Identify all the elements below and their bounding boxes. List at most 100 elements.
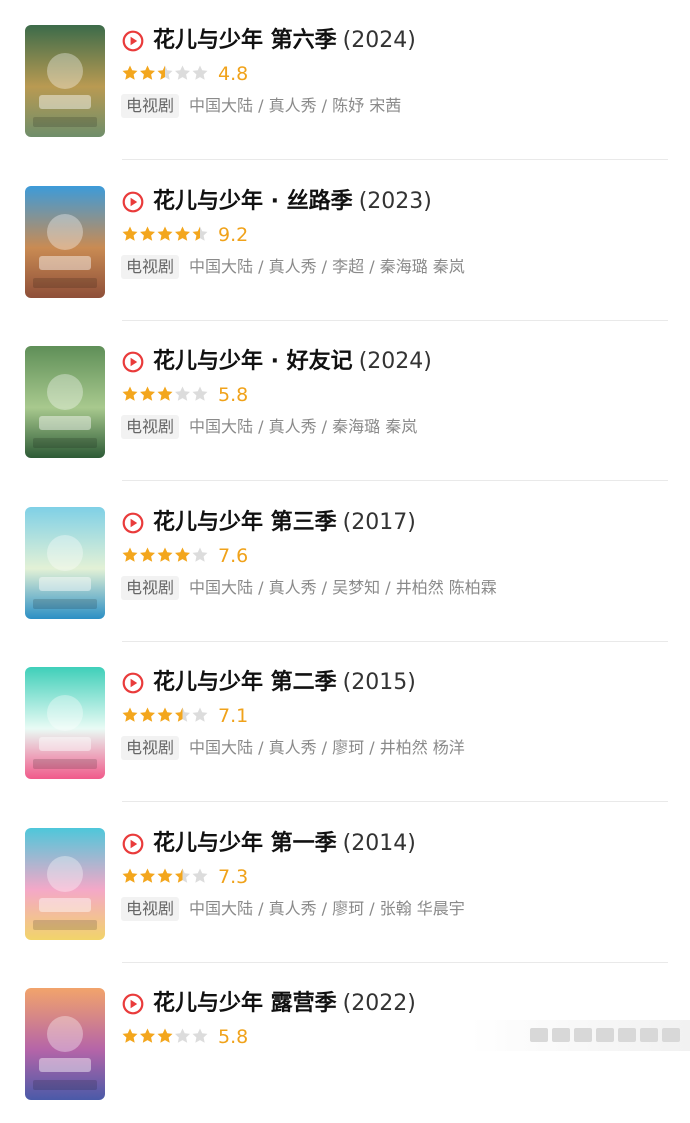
star-icon [122, 868, 138, 883]
show-year: (2024) [342, 28, 416, 53]
play-circle-icon[interactable] [122, 351, 144, 373]
type-badge: 电视剧 [121, 896, 180, 921]
meta-text: 中国大陆 / 真人秀 / 秦海璐 秦岚 [189, 417, 418, 436]
star-icon [175, 226, 190, 241]
rating-score: 7.6 [218, 544, 249, 567]
star-icon [122, 707, 138, 722]
star-icon [192, 868, 208, 883]
star-icon [140, 65, 155, 80]
list-item[interactable]: 花儿与少年 第二季 (2015) 7.1 电视剧 中国大陆 / 真人秀 / 廖珂 / 井… [0, 642, 690, 802]
star-icon [140, 226, 155, 241]
show-year: (2017) [342, 509, 416, 535]
star-icon [157, 65, 173, 80]
play-circle-icon[interactable] [122, 833, 144, 855]
play-circle-icon[interactable] [122, 993, 144, 1015]
poster-image[interactable] [25, 506, 105, 619]
show-title[interactable]: 花儿与少年 露营季 (2022) [153, 989, 416, 1019]
star-icon [140, 1028, 155, 1043]
star-icon [140, 547, 155, 562]
rating-score: 7.3 [218, 865, 249, 888]
list-item[interactable]: 花儿与少年 第一季 (2014) 7.3 电视剧 中国大陆 / 真人秀 / 廖珂 / 张… [0, 803, 690, 963]
show-title-text: 花儿与少年 第三季 [153, 509, 337, 535]
poster-image[interactable] [25, 25, 105, 137]
show-title[interactable]: 花儿与少年 第二季 (2015) [153, 668, 416, 698]
show-meta: 电视剧 中国大陆 / 真人秀 / 廖珂 / 井柏然 杨洋 [121, 736, 465, 760]
star-icon [192, 1028, 208, 1043]
show-meta: 电视剧 中国大陆 / 真人秀 / 李超 / 秦海璐 秦岚 [121, 254, 465, 279]
poster-image[interactable] [25, 827, 105, 940]
meta-text: 中国大陆 / 真人秀 / 李超 / 秦海璐 秦岚 [189, 256, 465, 276]
type-badge: 电视剧 [121, 736, 180, 760]
show-year: (2015) [342, 670, 416, 695]
show-title[interactable]: 花儿与少年 第三季 (2017) [153, 508, 416, 538]
star-rating [121, 225, 209, 243]
play-circle-icon[interactable] [122, 672, 144, 694]
watermark [530, 1028, 680, 1042]
star-icon [175, 65, 190, 80]
rating-score: 4.8 [218, 63, 249, 85]
type-badge: 电视剧 [121, 94, 180, 118]
list-item[interactable]: 花儿与少年 第六季 (2024) 4.8 电视剧 中国大陆 / 真人秀 / 陈妤 宋茜 [0, 0, 690, 160]
star-icon [157, 547, 173, 562]
list-item[interactable]: 花儿与少年 · 好友记 (2024) 5.8 电视剧 中国大陆 / 真人秀 / 秦海璐 … [0, 321, 690, 481]
show-title-text: 花儿与少年 第一季 [153, 830, 337, 856]
star-rating [121, 546, 209, 564]
star-icon [175, 547, 190, 562]
star-icon [175, 386, 190, 401]
star-rating [121, 1027, 209, 1045]
star-rating [121, 64, 209, 82]
star-icon [122, 226, 138, 241]
star-icon [157, 1028, 173, 1043]
poster-image[interactable] [25, 667, 105, 779]
show-meta: 电视剧 中国大陆 / 真人秀 / 秦海璐 秦岚 [121, 415, 417, 439]
show-title[interactable]: 花儿与少年 第六季 (2024) [153, 26, 416, 56]
show-year: (2022) [342, 991, 416, 1016]
star-icon [175, 707, 190, 722]
star-rating [121, 385, 209, 403]
type-badge: 电视剧 [121, 415, 180, 439]
meta-text: 中国大陆 / 真人秀 / 廖珂 / 井柏然 杨洋 [189, 738, 465, 757]
show-meta: 电视剧 中国大陆 / 真人秀 / 廖珂 / 张翰 华晨宇 [121, 896, 465, 921]
star-icon [192, 386, 208, 401]
show-title-text: 花儿与少年 · 好友记 [153, 349, 353, 374]
show-title[interactable]: 花儿与少年 第一季 (2014) [153, 829, 416, 859]
star-icon [140, 868, 155, 883]
rating-score: 5.8 [218, 1026, 249, 1048]
show-title-text: 花儿与少年 第二季 [153, 670, 337, 695]
meta-text: 中国大陆 / 真人秀 / 吴梦知 / 井柏然 陈柏霖 [189, 577, 497, 597]
list-item[interactable]: 花儿与少年 · 丝路季 (2023) 9.2 电视剧 中国大陆 / 真人秀 / 李超 /… [0, 161, 690, 321]
star-icon [192, 707, 208, 722]
show-year: (2024) [358, 349, 432, 374]
show-title-text: 花儿与少年 第六季 [153, 28, 337, 53]
show-year: (2023) [358, 188, 432, 214]
star-icon [122, 547, 138, 562]
star-icon [122, 386, 138, 401]
list-item[interactable]: 花儿与少年 第三季 (2017) 7.6 电视剧 中国大陆 / 真人秀 / 吴梦知 / … [0, 482, 690, 642]
poster-image[interactable] [25, 185, 105, 298]
show-title-text: 花儿与少年 · 丝路季 [153, 188, 353, 214]
show-title[interactable]: 花儿与少年 · 丝路季 (2023) [153, 187, 432, 217]
star-icon [175, 868, 190, 883]
star-icon [157, 868, 173, 883]
poster-image[interactable] [25, 988, 105, 1100]
type-badge: 电视剧 [121, 575, 180, 600]
star-rating [121, 867, 209, 885]
rating-score: 7.1 [218, 705, 249, 727]
star-icon [192, 547, 208, 562]
star-icon [140, 386, 155, 401]
star-rating [121, 706, 209, 724]
star-icon [157, 707, 173, 722]
show-title[interactable]: 花儿与少年 · 好友记 (2024) [153, 347, 432, 377]
star-icon [157, 386, 173, 401]
poster-image[interactable] [25, 346, 105, 458]
play-circle-icon[interactable] [122, 512, 144, 534]
star-icon [192, 226, 208, 241]
play-circle-icon[interactable] [122, 191, 144, 213]
meta-text: 中国大陆 / 真人秀 / 陈妤 宋茜 [189, 96, 402, 115]
star-icon [122, 1028, 138, 1043]
meta-text: 中国大陆 / 真人秀 / 廖珂 / 张翰 华晨宇 [189, 898, 465, 918]
rating-score: 9.2 [218, 223, 249, 246]
rating-score: 5.8 [218, 384, 249, 406]
show-title-text: 花儿与少年 露营季 [153, 991, 337, 1016]
play-circle-icon[interactable] [122, 30, 144, 52]
